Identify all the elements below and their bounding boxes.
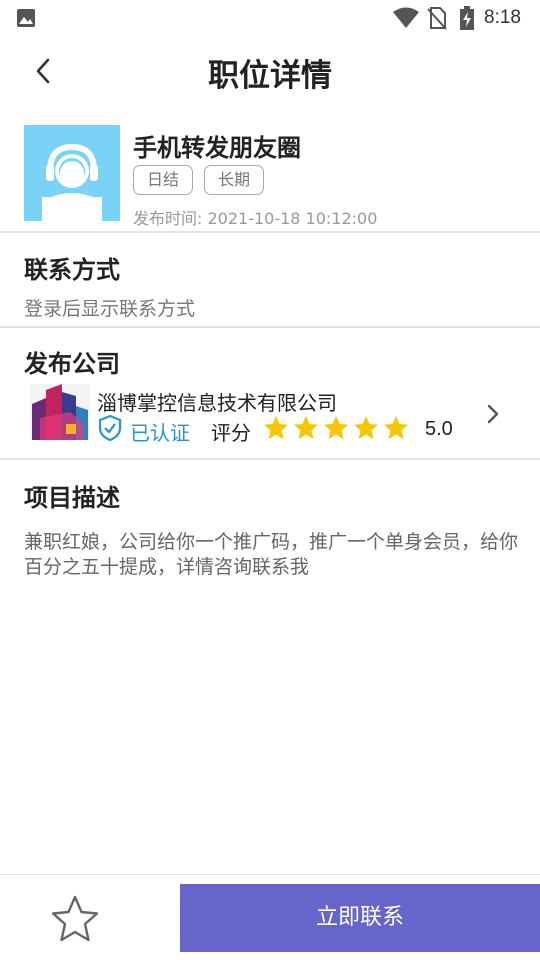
job-avatar — [24, 125, 120, 221]
description-section-title: 项目描述 — [24, 484, 120, 512]
company-section-title: 发布公司 — [24, 350, 120, 378]
rating-star-icon — [294, 416, 318, 439]
contact-now-button[interactable]: 立即联系 — [180, 884, 540, 952]
image-icon — [17, 9, 35, 27]
contact-info-text: 登录后显示联系方式 — [24, 298, 196, 320]
favorite-star-icon[interactable] — [48, 894, 102, 944]
customer-service-icon — [42, 143, 102, 221]
rating-star-icon — [384, 416, 408, 439]
status-bar: 8:18 — [0, 0, 540, 36]
divider — [0, 458, 540, 460]
rating-star-icon — [264, 416, 288, 439]
verified-shield-icon — [98, 414, 122, 442]
header: 职位详情 — [0, 36, 540, 108]
bottom-bar: 立即联系 — [0, 874, 540, 960]
publish-time: 发布时间: 2021-10-18 10:12:00 — [133, 209, 378, 228]
page-title: 职位详情 — [208, 58, 332, 94]
rating-score: 5.0 — [425, 418, 453, 440]
description-text: 兼职红娘，公司给你一个推广码，推广一个单身会员，给你百分之五十提成，详情咨询联系… — [24, 531, 519, 578]
tag-daily-pay: 日结 — [133, 165, 193, 195]
chevron-right-icon — [487, 404, 499, 424]
job-card: 手机转发朋友圈 日结 长期 发布时间: 2021-10-18 10:12:00 — [0, 108, 540, 232]
rating-label: 评分 — [211, 421, 251, 445]
rating-star-icon — [324, 416, 348, 439]
wifi-icon — [393, 7, 419, 28]
job-title: 手机转发朋友圈 — [133, 134, 301, 162]
divider — [0, 874, 540, 875]
divider — [0, 231, 540, 233]
company-name: 淄博掌控信息技术有限公司 — [97, 391, 337, 415]
verified-label: 已认证 — [130, 421, 190, 445]
no-sim-icon — [427, 7, 447, 30]
tag-long-term: 长期 — [204, 165, 264, 195]
company-row[interactable]: 淄博掌控信息技术有限公司 已认证 评分 5.0 — [0, 380, 540, 446]
battery-charging-icon — [460, 6, 474, 30]
divider — [0, 326, 540, 328]
company-logo — [30, 384, 90, 440]
status-time: 8:18 — [484, 7, 521, 28]
rating-star-icon — [354, 416, 378, 439]
contact-section-title: 联系方式 — [24, 256, 120, 284]
